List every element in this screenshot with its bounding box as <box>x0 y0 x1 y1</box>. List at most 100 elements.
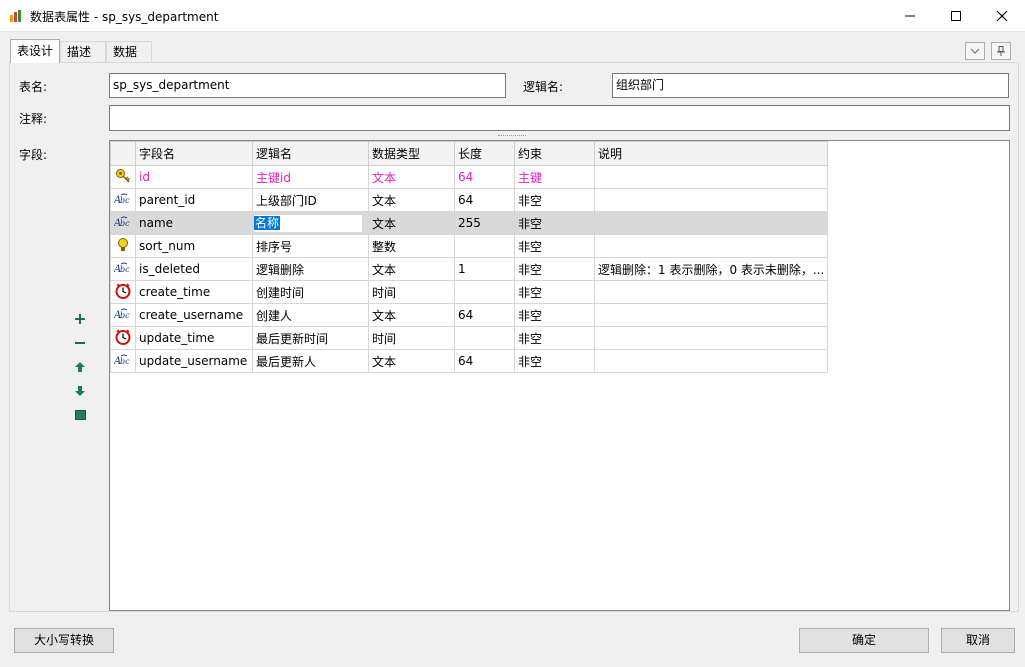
column-header[interactable]: 说明 <box>593 141 829 166</box>
cell-logic[interactable]: 上级部门ID <box>252 188 369 212</box>
table-row[interactable]: id 主键id 文本 64 主键 <box>110 165 829 189</box>
cell-name[interactable]: create_time <box>135 280 253 304</box>
cell-type[interactable]: 文本 <box>368 165 455 189</box>
table-row[interactable]: Abc is_deleted 逻辑删除 文本 1 非空 逻辑删除：1 表示删除，0 表示未删… <box>110 257 829 281</box>
cell-length[interactable]: 64 <box>454 165 515 189</box>
column-header[interactable]: 长度 <box>454 141 515 166</box>
cell-type[interactable]: 时间 <box>368 326 455 350</box>
table-row[interactable]: Abc name 名称 文本 255 非空 <box>110 211 829 235</box>
cell-constraint[interactable]: 非空 <box>514 211 595 235</box>
cell-length[interactable]: 64 <box>454 188 515 212</box>
splitter-handle[interactable] <box>498 135 526 139</box>
cell-constraint[interactable]: 非空 <box>514 326 595 350</box>
fields-table: 字段名 逻辑名 数据类型 长度 约束 说明 id 主键id 文本 64 主键 Abc par… <box>110 141 829 373</box>
table-row[interactable]: Abc update_username 最后更新人 文本 64 非空 <box>110 349 829 373</box>
bulb-icon <box>110 234 136 258</box>
ok-button[interactable]: 确定 <box>799 628 929 653</box>
table-row[interactable]: sort_num 排序号 整数 非空 <box>110 234 829 258</box>
cell-name[interactable]: update_time <box>135 326 253 350</box>
cell-desc[interactable] <box>593 280 829 304</box>
cell-logic[interactable]: 创建人 <box>252 303 369 327</box>
cell-constraint[interactable]: 非空 <box>514 303 595 327</box>
minus-icon <box>75 342 85 344</box>
column-header[interactable]: 数据类型 <box>368 141 455 166</box>
cell-logic[interactable]: 创建时间 <box>252 280 369 304</box>
logic-name-label: 逻辑名: <box>523 80 564 94</box>
tab-description[interactable]: 描述 <box>60 41 106 62</box>
cell-constraint[interactable]: 非空 <box>514 257 595 281</box>
cell-logic[interactable]: 最后更新时间 <box>252 326 369 350</box>
close-button[interactable] <box>979 0 1025 31</box>
cell-desc[interactable] <box>593 303 829 327</box>
collapse-button[interactable] <box>965 42 985 60</box>
table-row[interactable]: update_time 最后更新时间 时间 非空 <box>110 326 829 350</box>
cell-desc[interactable] <box>593 165 829 189</box>
fields-grid[interactable]: 字段名 逻辑名 数据类型 长度 约束 说明 id 主键id 文本 64 主键 Abc par… <box>109 140 1010 611</box>
cell-type[interactable]: 文本 <box>368 211 455 235</box>
cell-length[interactable]: 64 <box>454 303 515 327</box>
tab-table-design[interactable]: 表设计 <box>10 39 61 63</box>
cell-name[interactable]: create_username <box>135 303 253 327</box>
cell-logic[interactable]: 主键id <box>252 165 369 189</box>
cell-type[interactable]: 文本 <box>368 257 455 281</box>
column-header[interactable]: 逻辑名 <box>252 141 369 166</box>
cell-length[interactable]: 255 <box>454 211 515 235</box>
cell-desc[interactable] <box>593 188 829 212</box>
cell-constraint[interactable]: 非空 <box>514 188 595 212</box>
cell-desc[interactable] <box>593 211 829 235</box>
move-up-button[interactable] <box>72 359 88 375</box>
cell-desc[interactable] <box>593 349 829 373</box>
add-row-button[interactable] <box>72 311 88 327</box>
pin-button[interactable] <box>991 42 1011 60</box>
cell-length[interactable] <box>454 234 515 258</box>
comment-input[interactable] <box>109 105 1010 131</box>
cell-logic[interactable]: 逻辑删除 <box>252 257 369 281</box>
case-convert-button[interactable]: 大小写转换 <box>14 628 114 653</box>
cell-editor-input[interactable]: 名称 <box>254 214 362 232</box>
column-header[interactable]: 字段名 <box>135 141 253 166</box>
logic-name-input[interactable]: 组织部门 <box>612 73 1009 98</box>
cell-logic[interactable]: 最后更新人 <box>252 349 369 373</box>
cell-type[interactable]: 文本 <box>368 303 455 327</box>
move-down-button[interactable] <box>72 383 88 399</box>
tab-data[interactable]: 数据 <box>106 41 152 62</box>
cell-constraint[interactable]: 非空 <box>514 234 595 258</box>
cell-type[interactable]: 整数 <box>368 234 455 258</box>
table-row[interactable]: Abc parent_id 上级部门ID 文本 64 非空 <box>110 188 829 212</box>
cancel-button[interactable]: 取消 <box>941 628 1015 653</box>
cell-name[interactable]: name <box>135 211 253 235</box>
remove-row-button[interactable] <box>72 335 88 351</box>
cell-logic[interactable]: 排序号 <box>252 234 369 258</box>
maximize-button[interactable] <box>933 0 979 31</box>
cell-constraint[interactable]: 非空 <box>514 349 595 373</box>
cell-length[interactable] <box>454 326 515 350</box>
cell-length[interactable]: 1 <box>454 257 515 281</box>
cell-length[interactable] <box>454 280 515 304</box>
cell-type[interactable]: 文本 <box>368 349 455 373</box>
comment-label: 注释: <box>19 112 48 126</box>
pin-icon <box>997 46 1005 56</box>
select-all-button[interactable] <box>72 407 88 423</box>
cell-type[interactable]: 时间 <box>368 280 455 304</box>
table-row[interactable]: Abc create_username 创建人 文本 64 非空 <box>110 303 829 327</box>
cell-type[interactable]: 文本 <box>368 188 455 212</box>
cell-constraint[interactable]: 非空 <box>514 280 595 304</box>
cell-name[interactable]: is_deleted <box>135 257 253 281</box>
plus-icon <box>75 314 85 324</box>
svg-text:bc: bc <box>120 219 130 228</box>
cell-desc[interactable] <box>593 234 829 258</box>
cell-desc[interactable] <box>593 326 829 350</box>
column-header[interactable]: 约束 <box>514 141 595 166</box>
cell-constraint[interactable]: 主键 <box>514 165 595 189</box>
cell-desc[interactable]: 逻辑删除：1 表示删除，0 表示未删除，... <box>593 257 829 281</box>
cell-name[interactable]: sort_num <box>135 234 253 258</box>
cell-name[interactable]: parent_id <box>135 188 253 212</box>
cell-name[interactable]: id <box>135 165 253 189</box>
table-row[interactable]: create_time 创建时间 时间 非空 <box>110 280 829 304</box>
cell-logic[interactable]: 名称 <box>252 211 369 235</box>
text-type-icon: Abc <box>110 257 136 281</box>
table-name-input[interactable]: sp_sys_department <box>109 73 506 98</box>
minimize-button[interactable] <box>887 0 933 31</box>
cell-name[interactable]: update_username <box>135 349 253 373</box>
cell-length[interactable]: 64 <box>454 349 515 373</box>
